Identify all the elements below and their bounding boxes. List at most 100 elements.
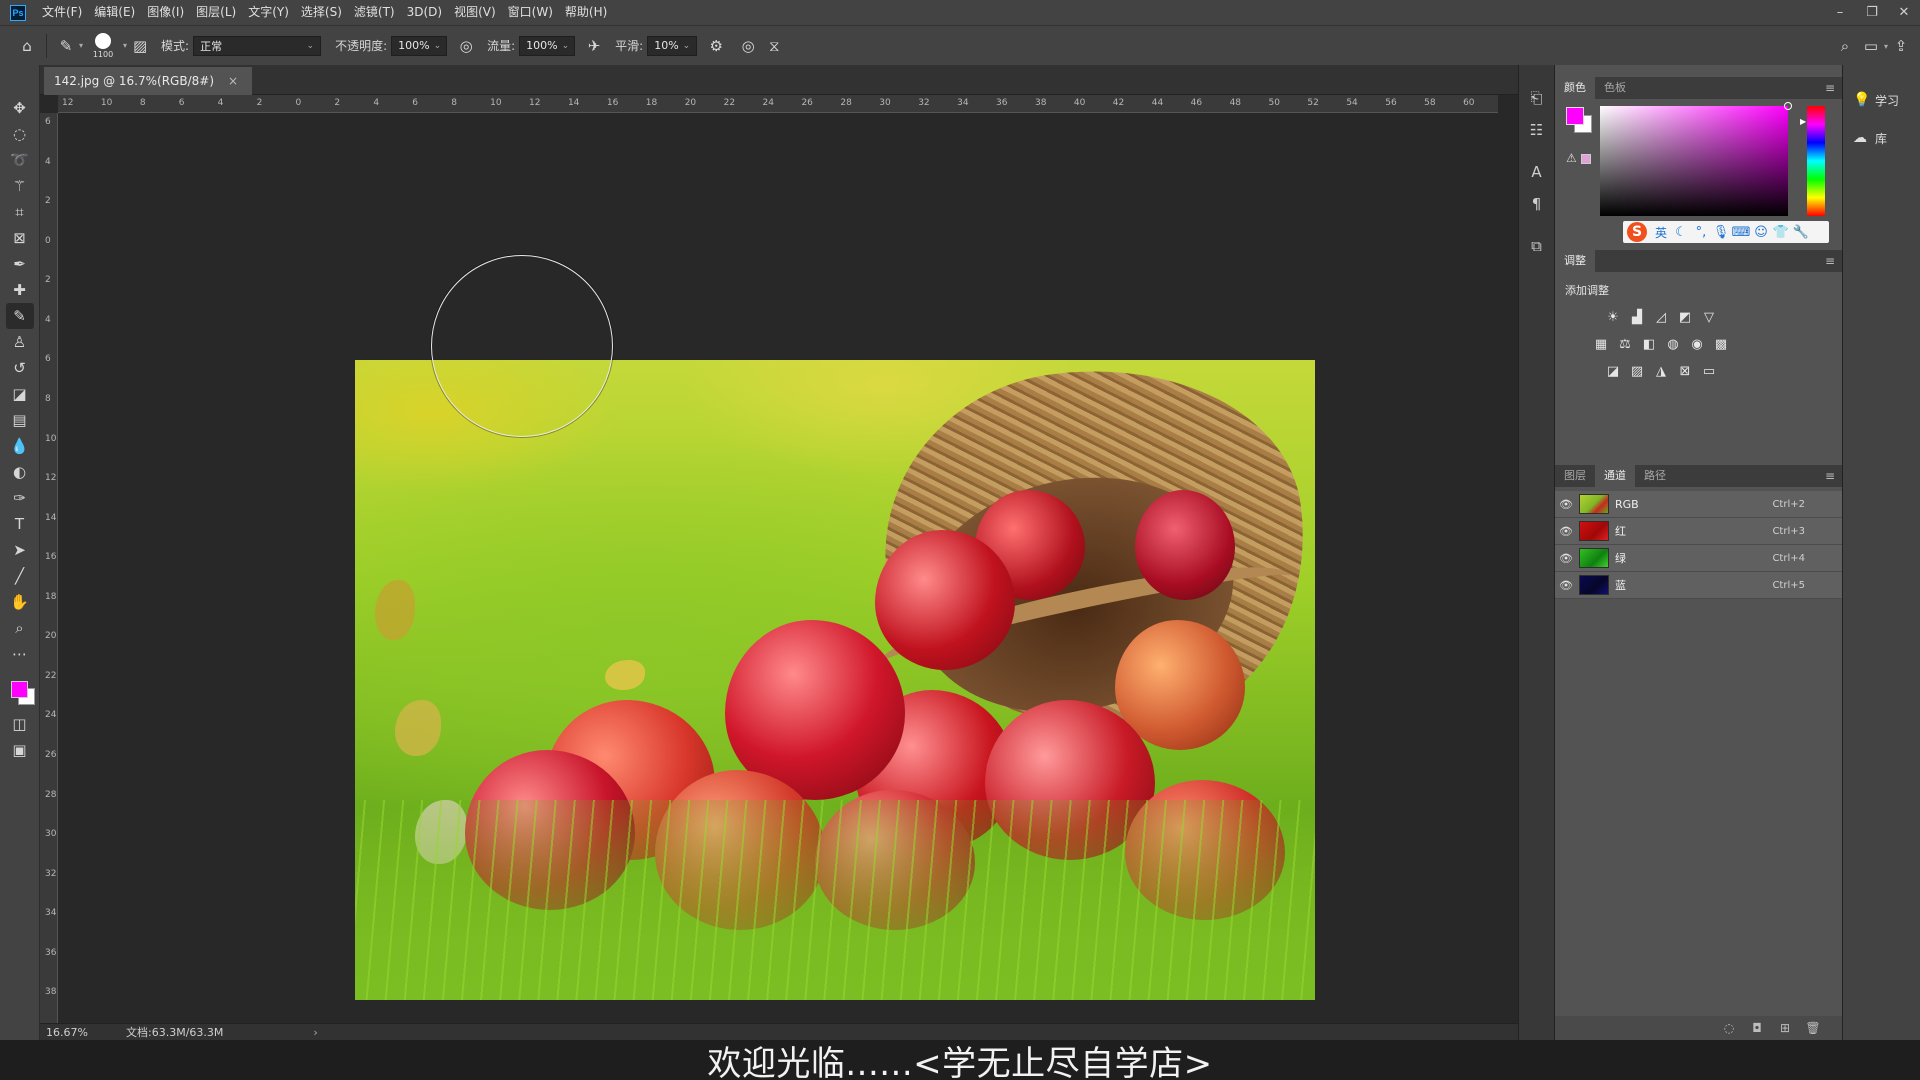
close-window-button[interactable]: ✕: [1888, 0, 1920, 25]
search-icon[interactable]: ⌕: [1832, 33, 1858, 59]
tab-layers[interactable]: 图层: [1555, 465, 1595, 487]
lasso-tool-icon[interactable]: ➰: [6, 147, 34, 173]
visibility-eye-icon[interactable]: 👁: [1555, 579, 1577, 592]
save-selection-icon[interactable]: ◘: [1743, 1021, 1771, 1035]
mode-select[interactable]: 正常 ⌄: [193, 35, 322, 56]
more-tools-icon[interactable]: ⋯: [6, 641, 34, 667]
gradient-tool-icon[interactable]: ▤: [6, 407, 34, 433]
color-balance-icon[interactable]: ⚖: [1613, 333, 1637, 355]
invert-icon[interactable]: ◪: [1601, 360, 1625, 382]
microphone-icon[interactable]: 🎙: [1711, 225, 1731, 240]
color-field[interactable]: [1600, 102, 1792, 216]
punctuation-icon[interactable]: °,: [1691, 225, 1711, 240]
color-lookup-icon[interactable]: ▩: [1709, 333, 1733, 355]
history-brush-tool-icon[interactable]: ↺: [6, 355, 34, 381]
tab-swatches[interactable]: 色板: [1595, 77, 1635, 99]
minimize-button[interactable]: –: [1824, 0, 1856, 25]
panel-menu-icon[interactable]: ≡: [1825, 81, 1835, 95]
document-info[interactable]: 文档:63.3M/63.3M: [96, 1024, 223, 1040]
brightness-contrast-icon[interactable]: ☀: [1601, 306, 1625, 328]
selective-color-icon[interactable]: ⊠: [1673, 360, 1697, 382]
flow-field[interactable]: 100% ⌄: [519, 35, 576, 56]
healing-brush-tool-icon[interactable]: ✚: [6, 277, 34, 303]
brush-settings-panel-icon[interactable]: ▨: [127, 33, 153, 59]
panel-menu-icon[interactable]: ≡: [1825, 254, 1835, 268]
curves-icon[interactable]: ◿: [1649, 306, 1673, 328]
channel-row-rgb[interactable]: 👁 RGB Ctrl+2: [1555, 491, 1843, 518]
crop-tool-icon[interactable]: ⌗: [6, 199, 34, 225]
delete-channel-icon[interactable]: 🗑: [1799, 1021, 1827, 1035]
restore-button[interactable]: ❐: [1856, 0, 1888, 25]
menu-layer[interactable]: 图层(L): [190, 0, 242, 25]
hand-tool-icon[interactable]: ✋: [6, 589, 34, 615]
home-icon[interactable]: ⌂: [14, 33, 40, 59]
hue-saturation-icon[interactable]: ▦: [1589, 333, 1613, 355]
menu-window[interactable]: 窗口(W): [502, 0, 559, 25]
workspace-icon[interactable]: ▭: [1858, 33, 1884, 59]
channel-row-green[interactable]: 👁 绿 Ctrl+4: [1555, 545, 1843, 572]
moon-icon[interactable]: ☾: [1671, 225, 1691, 240]
channel-mixer-icon[interactable]: ◉: [1685, 333, 1709, 355]
gradient-map-icon[interactable]: ▭: [1697, 360, 1721, 382]
foreground-color-swatch[interactable]: [10, 681, 28, 698]
sogou-logo-icon[interactable]: S: [1627, 222, 1647, 242]
menu-image[interactable]: 图像(I): [141, 0, 190, 25]
brush-picker[interactable]: 1100: [83, 31, 123, 61]
blur-tool-icon[interactable]: 💧: [6, 433, 34, 459]
visibility-eye-icon[interactable]: 👁: [1555, 525, 1577, 538]
tab-color[interactable]: 颜色: [1555, 77, 1595, 99]
gamut-swatch[interactable]: [1581, 154, 1591, 164]
smoothing-field[interactable]: 10% ⌄: [647, 35, 698, 56]
panel-foreground-swatch[interactable]: [1566, 107, 1584, 125]
tab-channels[interactable]: 通道: [1595, 465, 1635, 487]
photo-filter-icon[interactable]: ◍: [1661, 333, 1685, 355]
clone-stamp-tool-icon[interactable]: ♙: [6, 329, 34, 355]
wrench-icon[interactable]: 🔧: [1791, 225, 1811, 240]
smoothing-options-gear-icon[interactable]: ⚙: [703, 33, 729, 59]
zoom-tool-icon[interactable]: ⌕: [6, 615, 34, 641]
visibility-eye-icon[interactable]: 👁: [1555, 552, 1577, 565]
hue-slider-arrow-icon[interactable]: ▶: [1800, 117, 1806, 126]
airbrush-icon[interactable]: ✈: [581, 33, 607, 59]
menu-3d[interactable]: 3D(D): [401, 0, 448, 25]
skin-shirt-icon[interactable]: 👕: [1771, 225, 1791, 240]
status-menu-arrow-icon[interactable]: ›: [313, 1026, 317, 1039]
zoom-level[interactable]: 16.67%: [40, 1026, 96, 1039]
channel-row-blue[interactable]: 👁 蓝 Ctrl+5: [1555, 572, 1843, 599]
menu-select[interactable]: 选择(S): [295, 0, 348, 25]
eyedropper-tool-icon[interactable]: ✒: [6, 251, 34, 277]
keyboard-icon[interactable]: ⌨: [1731, 225, 1751, 240]
brush-tool-preset-icon[interactable]: ✎: [53, 33, 79, 59]
posterize-icon[interactable]: ▨: [1625, 360, 1649, 382]
move-tool-icon[interactable]: ✥: [6, 95, 34, 121]
menu-filter[interactable]: 滤镜(T): [348, 0, 401, 25]
levels-icon[interactable]: ▟: [1625, 306, 1649, 328]
type-tool-icon[interactable]: T: [6, 511, 34, 537]
brush-tool-icon[interactable]: ✎: [5, 303, 34, 329]
symmetry-butterfly-icon[interactable]: ⧖: [761, 33, 787, 59]
marquee-tool-icon[interactable]: ◌: [6, 121, 34, 147]
color-picker-handle[interactable]: [1784, 102, 1792, 110]
pressure-opacity-icon[interactable]: ◎: [453, 33, 479, 59]
user-icon[interactable]: ☺: [1751, 225, 1771, 240]
visibility-eye-icon[interactable]: 👁: [1555, 498, 1577, 511]
magic-wand-tool-icon[interactable]: ⚚: [6, 173, 34, 199]
tab-adjustments[interactable]: 调整: [1555, 250, 1595, 272]
ruler-horizontal[interactable]: 12 10 8 6 4 2 0 2 4 6 8 10 12 14 16 18 20 22 24 26 28 30 32 34 3…: [58, 95, 1498, 113]
layer-comps-panel-icon[interactable]: ⧉: [1524, 233, 1550, 259]
canvas-area[interactable]: [58, 113, 1498, 1023]
screen-mode-icon[interactable]: ▣: [6, 737, 34, 763]
menu-help[interactable]: 帮助(H): [559, 0, 613, 25]
learn-panel-button[interactable]: 💡 学习: [1843, 85, 1920, 115]
pen-tool-icon[interactable]: ✑: [6, 485, 34, 511]
document-image[interactable]: [355, 360, 1315, 1000]
vibrance-icon[interactable]: ▽: [1697, 306, 1721, 328]
line-tool-icon[interactable]: ╱: [6, 563, 34, 589]
color-swatches[interactable]: [5, 673, 35, 707]
channel-row-red[interactable]: 👁 红 Ctrl+3: [1555, 518, 1843, 545]
history-panel-icon[interactable]: ⎗: [1524, 85, 1550, 111]
menu-type[interactable]: 文字(Y): [242, 0, 295, 25]
eraser-tool-icon[interactable]: ◪: [6, 381, 34, 407]
character-panel-icon[interactable]: A: [1524, 159, 1550, 185]
frame-tool-icon[interactable]: ⊠: [6, 225, 34, 251]
